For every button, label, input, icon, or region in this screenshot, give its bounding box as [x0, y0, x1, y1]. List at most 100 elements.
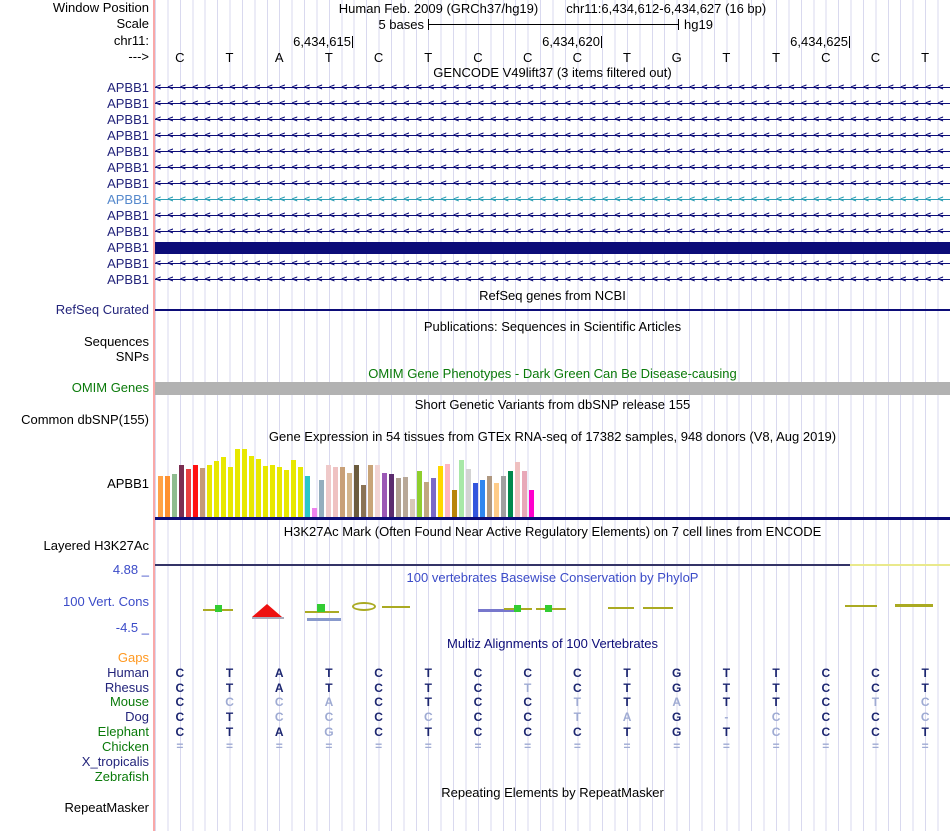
gtex-tissue-bar[interactable] [158, 476, 163, 517]
gtex-tissue-bar[interactable] [487, 476, 492, 517]
gtex-tissue-bar[interactable] [165, 476, 170, 517]
gtex-tissue-bar[interactable] [417, 471, 422, 517]
gtex-tissue-bar[interactable] [410, 499, 415, 517]
gene-intron-arrows[interactable]: <<<<<<<<<<<<<<<<<<<<<<<<<<<<<<<<<<<<<<<<… [155, 176, 950, 192]
gutter-label-elephant[interactable]: Elephant [0, 725, 149, 739]
gtex-tissue-bar[interactable] [249, 456, 254, 517]
gtex-tissue-bar[interactable] [200, 468, 205, 517]
gene-exon-bar[interactable] [155, 242, 950, 254]
gutter-label-strand[interactable]: ---> [0, 50, 149, 64]
gutter-label-x-tropicalis[interactable]: X_tropicalis [0, 755, 149, 769]
gutter-label-layered-h3k27ac[interactable]: Layered H3K27Ac [0, 539, 149, 553]
gutter-label-dog[interactable]: Dog [0, 710, 149, 724]
gtex-tissue-bar[interactable] [277, 467, 282, 517]
gtex-tissue-bar[interactable] [354, 465, 359, 517]
gtex-tissue-bar[interactable] [305, 476, 310, 517]
gtex-tissue-bar[interactable] [361, 485, 366, 517]
gtex-tissue-bar[interactable] [501, 476, 506, 517]
gtex-tissue-bar[interactable] [256, 459, 261, 517]
gutter-label-cons-max[interactable]: 4.88 _ [0, 563, 149, 577]
gutter-label-snps[interactable]: SNPs [0, 350, 149, 364]
gtex-tissue-bar[interactable] [431, 478, 436, 517]
gene-intron-arrows[interactable]: <<<<<<<<<<<<<<<<<<<<<<<<<<<<<<<<<<<<<<<<… [155, 256, 950, 272]
gtex-tissue-bar[interactable] [312, 508, 317, 517]
gtex-tissue-bar[interactable] [228, 467, 233, 517]
gtex-tissue-bar[interactable] [494, 483, 499, 517]
gutter-label-refseq-curated[interactable]: RefSeq Curated [0, 303, 149, 317]
gutter-label-sequences[interactable]: Sequences [0, 335, 149, 349]
gtex-tissue-bar[interactable] [186, 469, 191, 517]
gutter-label-cons-min[interactable]: -4.5 _ [0, 621, 149, 635]
gtex-tissue-bar[interactable] [368, 465, 373, 517]
gene-intron-arrows[interactable]: <<<<<<<<<<<<<<<<<<<<<<<<<<<<<<<<<<<<<<<<… [155, 192, 950, 208]
gtex-tissue-bar[interactable] [522, 471, 527, 517]
gene-label-apbb1[interactable]: APBB1 [0, 209, 149, 223]
gtex-tissue-bar[interactable] [459, 460, 464, 517]
gtex-tissue-bar[interactable] [396, 478, 401, 517]
refseq-curated-track-line[interactable] [155, 309, 950, 311]
gutter-label-repeatmasker[interactable]: RepeatMasker [0, 801, 149, 815]
gene-label-apbb1[interactable]: APBB1 [0, 113, 149, 127]
gtex-tissue-bar[interactable] [319, 480, 324, 517]
gtex-tissue-bar[interactable] [333, 467, 338, 517]
gtex-tissue-bar[interactable] [298, 467, 303, 517]
gene-label-apbb1[interactable]: APBB1 [0, 273, 149, 287]
gene-label-apbb1[interactable]: APBB1 [0, 161, 149, 175]
gtex-tissue-bar[interactable] [382, 473, 387, 517]
gutter-label-gtex-gene[interactable]: APBB1 [0, 477, 149, 491]
gene-label-apbb1[interactable]: APBB1 [0, 129, 149, 143]
gtex-tissue-bar[interactable] [347, 473, 352, 517]
gtex-tissue-bar[interactable] [179, 465, 184, 517]
gtex-tissue-bar[interactable] [473, 483, 478, 517]
gtex-tissue-bar[interactable] [221, 457, 226, 517]
gtex-tissue-bar[interactable] [438, 466, 443, 517]
gene-intron-arrows[interactable]: <<<<<<<<<<<<<<<<<<<<<<<<<<<<<<<<<<<<<<<<… [155, 144, 950, 160]
gtex-tissue-bar[interactable] [480, 480, 485, 517]
gutter-label-zebrafish[interactable]: Zebrafish [0, 770, 149, 784]
gtex-tissue-bar[interactable] [291, 460, 296, 517]
gtex-tissue-bar[interactable] [452, 490, 457, 517]
gutter-label-chrom[interactable]: chr11: [0, 34, 149, 48]
gtex-tissue-bar[interactable] [445, 464, 450, 517]
gtex-tissue-bar[interactable] [242, 449, 247, 517]
gene-label-apbb1[interactable]: APBB1 [0, 81, 149, 95]
gtex-tissue-bar[interactable] [508, 471, 513, 517]
gene-label-apbb1[interactable]: APBB1 [0, 193, 149, 207]
gutter-label-mouse[interactable]: Mouse [0, 695, 149, 709]
gene-intron-arrows[interactable]: <<<<<<<<<<<<<<<<<<<<<<<<<<<<<<<<<<<<<<<<… [155, 224, 950, 240]
gutter-label-gaps[interactable]: Gaps [0, 651, 149, 665]
gtex-tissue-bar[interactable] [207, 465, 212, 517]
gtex-tissue-bar[interactable] [403, 477, 408, 517]
gtex-tissue-bar[interactable] [529, 490, 534, 517]
gutter-label-chicken[interactable]: Chicken [0, 740, 149, 754]
gutter-label-common-dbsnp[interactable]: Common dbSNP(155) [0, 413, 149, 427]
gtex-tissue-bar[interactable] [193, 465, 198, 517]
gene-label-apbb1[interactable]: APBB1 [0, 225, 149, 239]
gtex-tissue-bar[interactable] [424, 482, 429, 517]
gtex-tissue-bar[interactable] [235, 449, 240, 517]
gtex-tissue-bar[interactable] [270, 465, 275, 517]
gene-label-apbb1[interactable]: APBB1 [0, 97, 149, 111]
gutter-label-vert-cons[interactable]: 100 Vert. Cons [0, 595, 149, 609]
gene-label-apbb1[interactable]: APBB1 [0, 145, 149, 159]
gene-intron-arrows[interactable]: <<<<<<<<<<<<<<<<<<<<<<<<<<<<<<<<<<<<<<<<… [155, 128, 950, 144]
gutter-label-scale[interactable]: Scale [0, 17, 149, 31]
gtex-tissue-bar[interactable] [284, 470, 289, 517]
gtex-tissue-bar[interactable] [466, 469, 471, 517]
gutter-label-rhesus[interactable]: Rhesus [0, 681, 149, 695]
gene-intron-arrows[interactable]: <<<<<<<<<<<<<<<<<<<<<<<<<<<<<<<<<<<<<<<<… [155, 112, 950, 128]
gtex-tissue-bar[interactable] [515, 462, 520, 517]
gene-intron-arrows[interactable]: <<<<<<<<<<<<<<<<<<<<<<<<<<<<<<<<<<<<<<<<… [155, 160, 950, 176]
gene-label-apbb1[interactable]: APBB1 [0, 257, 149, 271]
gtex-tissue-bar[interactable] [172, 474, 177, 517]
gutter-label-human[interactable]: Human [0, 666, 149, 680]
gtex-tissue-bar[interactable] [389, 474, 394, 517]
gtex-tissue-bar[interactable] [214, 461, 219, 517]
gutter-label-window-position[interactable]: Window Position [0, 1, 149, 15]
gtex-tissue-bar[interactable] [263, 466, 268, 517]
gtex-tissue-bar[interactable] [340, 467, 345, 517]
gutter-label-omim-genes[interactable]: OMIM Genes [0, 381, 149, 395]
gene-label-apbb1[interactable]: APBB1 [0, 241, 149, 255]
gtex-tissue-bar[interactable] [326, 465, 331, 517]
gene-label-apbb1[interactable]: APBB1 [0, 177, 149, 191]
